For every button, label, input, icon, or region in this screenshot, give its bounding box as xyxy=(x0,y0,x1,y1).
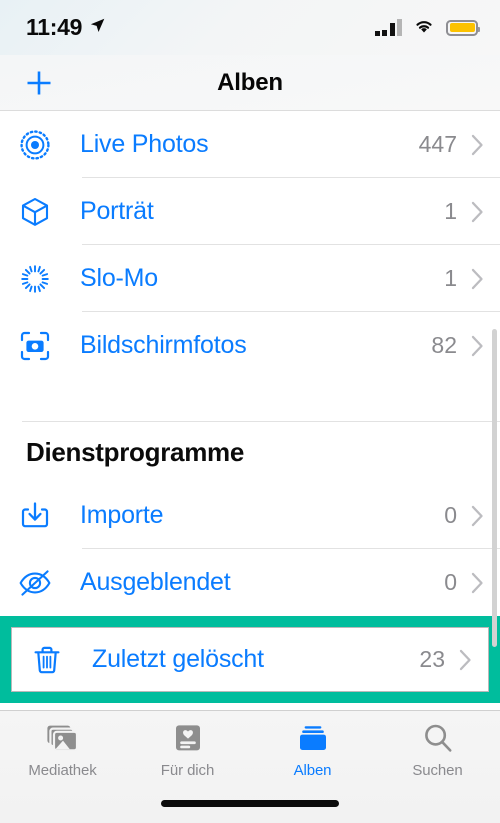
list-item-count: 23 xyxy=(419,646,445,672)
wifi-icon xyxy=(413,17,435,39)
chevron-right-icon xyxy=(471,572,484,594)
chevron-right-icon xyxy=(471,201,484,223)
tab-fuer-dich[interactable]: Für dich xyxy=(125,721,250,779)
list-item-hidden[interactable]: Ausgeblendet 0 xyxy=(0,549,500,616)
location-arrow-icon xyxy=(89,17,106,39)
tab-label: Für dich xyxy=(160,762,215,779)
tab-mediathek[interactable]: Mediathek xyxy=(0,721,125,779)
status-bar-left: 11:49 xyxy=(26,14,106,41)
cellular-signal-icon xyxy=(374,19,402,36)
search-icon xyxy=(422,721,454,755)
chevron-right-icon xyxy=(459,649,472,671)
photos-library-icon xyxy=(46,721,80,755)
list-item-count: 0 xyxy=(444,502,457,528)
tab-label: Alben xyxy=(293,762,332,779)
for-you-card-icon xyxy=(173,721,203,755)
highlight-box-recently-deleted: Zuletzt gelöscht 23 xyxy=(0,616,500,703)
status-bar: 11:49 xyxy=(0,0,500,55)
tab-suchen[interactable]: Suchen xyxy=(375,721,500,779)
list-item-count: 1 xyxy=(444,265,457,291)
list-item-label: Zuletzt gelöscht xyxy=(92,645,264,673)
list-item-portrait[interactable]: Porträt 1 xyxy=(0,178,500,245)
list-item-recently-deleted[interactable]: Zuletzt gelöscht 23 xyxy=(11,627,489,692)
list-item-label: Bildschirmfotos xyxy=(80,331,247,359)
list-item-label: Porträt xyxy=(80,197,154,225)
tab-label: Mediathek xyxy=(28,762,97,779)
list-item-label: Importe xyxy=(80,501,164,529)
tab-alben[interactable]: Alben xyxy=(250,721,375,779)
list-item-slo-mo[interactable]: Slo-Mo 1 xyxy=(0,245,500,312)
tab-bar: Mediathek Für dich Alben Suchen xyxy=(0,710,500,823)
list-item-label: Live Photos xyxy=(80,130,209,158)
albums-list[interactable]: Live Photos 447 Porträt 1 Slo-Mo 1 Bilds… xyxy=(0,111,500,710)
cube-icon xyxy=(18,195,64,229)
list-item-screenshots[interactable]: Bildschirmfotos 82 xyxy=(0,312,500,379)
chevron-right-icon xyxy=(471,268,484,290)
trash-icon xyxy=(30,643,76,677)
list-item-imports[interactable]: Importe 0 xyxy=(0,482,500,549)
import-icon xyxy=(18,499,64,533)
list-item-count: 82 xyxy=(431,332,457,358)
section-header-utilities: Dienstprogramme xyxy=(0,422,500,482)
status-bar-clock: 11:49 xyxy=(26,14,83,40)
home-indicator xyxy=(161,800,339,807)
list-item-count: 447 xyxy=(418,131,457,157)
photos-app-screen: 11:49 Alben Live Photos 447 Porträt 1 Sl… xyxy=(0,0,500,823)
list-item-label: Slo-Mo xyxy=(80,264,158,292)
list-item-label: Ausgeblendet xyxy=(80,568,231,596)
chevron-right-icon xyxy=(471,134,484,156)
list-item-count: 0 xyxy=(444,569,457,595)
chevron-right-icon xyxy=(471,335,484,357)
status-bar-right xyxy=(374,17,480,39)
page-title: Alben xyxy=(217,68,283,96)
navigation-bar: Alben xyxy=(0,55,500,111)
chevron-right-icon xyxy=(471,505,484,527)
battery-icon xyxy=(446,19,480,36)
slo-mo-icon xyxy=(18,262,64,296)
eye-slash-icon xyxy=(18,566,64,600)
tab-label: Suchen xyxy=(412,762,463,779)
list-item-live-photos[interactable]: Live Photos 447 xyxy=(0,111,500,178)
plus-icon[interactable] xyxy=(22,66,56,100)
live-photos-icon xyxy=(18,128,64,162)
albums-icon xyxy=(296,721,330,755)
screenshot-icon xyxy=(18,329,64,363)
section-spacer xyxy=(0,379,500,422)
vertical-scrollbar[interactable] xyxy=(492,329,497,647)
list-item-count: 1 xyxy=(444,198,457,224)
